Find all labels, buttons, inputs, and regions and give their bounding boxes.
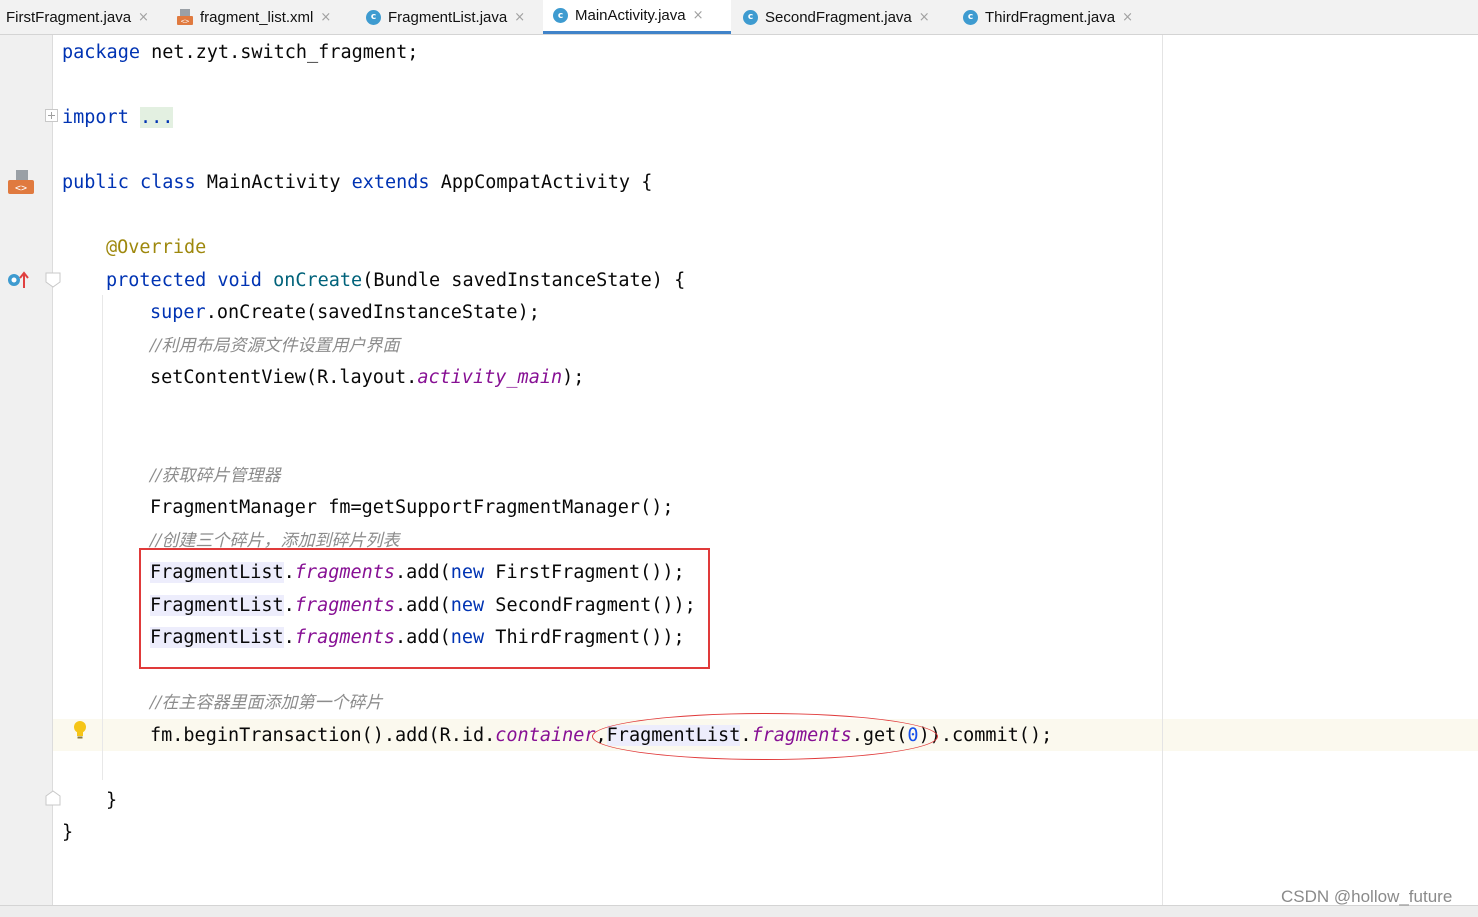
- fold-expand-icon[interactable]: [45, 109, 59, 128]
- class-icon: c: [553, 8, 568, 23]
- status-bar: [0, 905, 1478, 917]
- red-highlight-rectangle: [139, 548, 710, 669]
- code-line-15[interactable]: //在主容器里面添加第一个碎片: [150, 692, 382, 714]
- class-icon: c: [743, 9, 758, 25]
- code-line-4[interactable]: @Override: [106, 237, 206, 259]
- tab-fragmentlist-java[interactable]: c FragmentList.java ×: [366, 0, 525, 34]
- fold-end-icon[interactable]: [45, 790, 61, 811]
- tab-mainactivity-java[interactable]: c MainActivity.java ×: [543, 0, 731, 34]
- fold-collapse-icon[interactable]: [45, 272, 61, 293]
- code-line-18[interactable]: }: [62, 822, 73, 844]
- tab-label: SecondFragment.java: [765, 8, 912, 26]
- editor-tab-bar: FirstFragment.java × <> fragment_list.xm…: [0, 0, 1478, 35]
- tab-label: fragment_list.xml: [200, 8, 314, 26]
- code-line-6[interactable]: super.onCreate(savedInstanceState);: [150, 302, 540, 324]
- xml-file-icon: <>: [177, 9, 193, 26]
- tab-secondfragment-java[interactable]: c SecondFragment.java ×: [743, 0, 930, 34]
- close-icon[interactable]: ×: [138, 10, 149, 25]
- tab-label: FragmentList.java: [388, 8, 508, 26]
- folded-imports[interactable]: ...: [139, 107, 174, 128]
- code-line-5[interactable]: protected void onCreate(Bundle savedInst…: [106, 270, 685, 292]
- close-icon[interactable]: ×: [320, 10, 331, 25]
- tab-fragment-list-xml[interactable]: <> fragment_list.xml ×: [177, 0, 331, 34]
- code-line-9[interactable]: //获取碎片管理器: [150, 465, 280, 487]
- svg-text:<>: <>: [181, 18, 189, 26]
- tab-firstfragment-java[interactable]: FirstFragment.java ×: [6, 0, 149, 34]
- close-icon[interactable]: ×: [1122, 10, 1133, 25]
- editor-gutter: [0, 35, 53, 905]
- indent-guide: [102, 295, 103, 780]
- code-line-17[interactable]: }: [106, 790, 117, 812]
- code-line-1[interactable]: package net.zyt.switch_fragment;: [62, 42, 418, 64]
- class-icon: c: [963, 9, 978, 25]
- tab-thirdfragment-java[interactable]: c ThirdFragment.java ×: [963, 0, 1133, 34]
- layout-file-gutter-icon[interactable]: <>: [8, 170, 34, 201]
- right-margin-guide: [1162, 35, 1163, 905]
- red-highlight-ellipse: [592, 713, 938, 760]
- tab-label: FirstFragment.java: [6, 8, 132, 26]
- class-icon: c: [366, 9, 381, 25]
- tab-label: MainActivity.java: [575, 7, 686, 24]
- code-line-8[interactable]: setContentView(R.layout.activity_main);: [150, 367, 584, 389]
- code-line-10[interactable]: FragmentManager fm=getSupportFragmentMan…: [150, 497, 673, 519]
- watermark-text: CSDN @hollow_future: [1281, 887, 1453, 906]
- svg-text:<>: <>: [15, 183, 27, 194]
- tab-label: ThirdFragment.java: [985, 8, 1116, 26]
- close-icon[interactable]: ×: [514, 10, 525, 25]
- code-line-7[interactable]: //利用布局资源文件设置用户界面: [150, 335, 399, 357]
- lightbulb-icon[interactable]: [72, 720, 88, 745]
- override-method-icon[interactable]: [7, 270, 29, 295]
- code-line-2[interactable]: import ...: [62, 107, 174, 129]
- close-icon[interactable]: ×: [693, 8, 704, 23]
- close-icon[interactable]: ×: [919, 10, 930, 25]
- code-line-3[interactable]: public class MainActivity extends AppCom…: [62, 172, 652, 194]
